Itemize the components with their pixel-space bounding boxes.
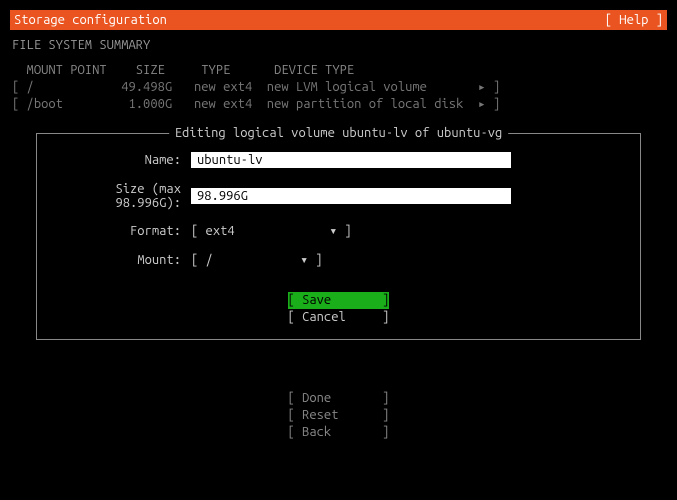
cancel-button[interactable]: [ Cancel ] [288,309,390,326]
edit-logical-volume-dialog: Editing logical volume ubuntu-lv of ubun… [36,133,641,341]
size-row: Size (max 98.996G): [51,182,626,210]
file-system-summary: MOUNT POINT SIZE TYPE DEVICE TYPE [ / 49… [12,62,667,113]
reset-button[interactable]: [ Reset ] [288,407,390,424]
back-button[interactable]: [ Back ] [288,424,390,441]
name-label: Name: [51,153,191,167]
mount-select[interactable]: [ / ▾ ] [191,253,323,268]
header-bar: Storage configuration [ Help ] [10,10,667,30]
format-row: Format: [ ext4 ▾ ] [51,224,626,239]
summary-row-boot[interactable]: [ /boot 1.000G new ext4 new partition of… [12,96,667,113]
mount-label: Mount: [51,253,191,267]
name-row: Name: [51,152,626,168]
done-button[interactable]: [ Done ] [288,390,390,407]
name-input[interactable] [191,152,511,168]
size-input[interactable] [191,188,511,204]
format-label: Format: [51,224,191,238]
format-select[interactable]: [ ext4 ▾ ] [191,224,352,239]
size-label: Size (max 98.996G): [51,182,191,210]
summary-header: MOUNT POINT SIZE TYPE DEVICE TYPE [12,62,667,79]
dialog-title: Editing logical volume ubuntu-lv of ubun… [169,126,509,140]
footer-actions: [ Done ] [ Reset ] [ Back ] [10,390,667,441]
installer-screen: Storage configuration [ Help ] FILE SYST… [0,0,677,500]
help-button[interactable]: [ Help ] [605,13,663,27]
dialog-actions: [ Save ] [ Cancel ] [51,292,626,326]
mount-row: Mount: [ / ▾ ] [51,253,626,268]
save-button[interactable]: [ Save ] [288,292,390,309]
header-title: Storage configuration [14,13,167,27]
section-title: FILE SYSTEM SUMMARY [12,38,667,52]
summary-row-root[interactable]: [ / 49.498G new ext4 new LVM logical vol… [12,79,667,96]
